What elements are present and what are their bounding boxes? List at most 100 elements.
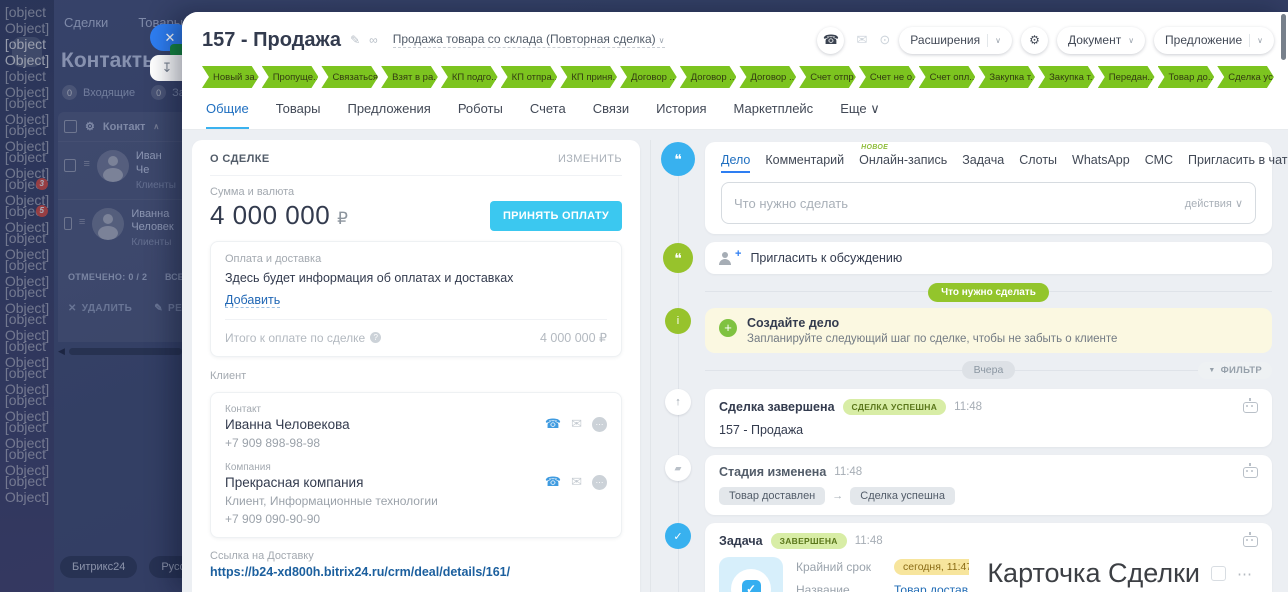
mail-icon[interactable]: ✉ <box>856 32 867 48</box>
stage-pill[interactable]: Договор ... <box>680 66 737 88</box>
stage-pill[interactable]: Договор ... <box>620 66 677 88</box>
stage-to: Сделка успешна <box>850 487 955 505</box>
phone-icon[interactable]: ☎ <box>545 474 561 490</box>
timeline-tab[interactable]: Слоты <box>1019 153 1057 173</box>
copy-link-icon[interactable]: ∞ <box>369 33 378 47</box>
deal-tab[interactable]: Связи <box>593 101 629 129</box>
stage-pill[interactable]: Счет опл... <box>919 66 976 88</box>
chevron-down-icon: ∨ <box>1257 36 1263 45</box>
deal-tab[interactable]: Товары <box>276 101 321 129</box>
search-icon[interactable]: ⊙ <box>879 32 890 48</box>
caption-text: Карточка Сделки <box>987 558 1200 589</box>
stage-pill[interactable]: Связаться... <box>321 66 378 88</box>
timeline-tab[interactable]: WhatsApp <box>1072 153 1130 173</box>
automation-robot-icon[interactable] <box>1243 402 1258 413</box>
document-button[interactable]: Документ∨ <box>1057 27 1145 54</box>
deal-title: 157 - Продажа <box>202 29 341 52</box>
collapse-slider-button[interactable]: ↧ <box>150 55 184 81</box>
stage-pill[interactable]: Счет не о... <box>859 66 916 88</box>
stage-pill[interactable]: Товар до... <box>1158 66 1215 88</box>
funnel-icon: ▼ <box>1208 367 1215 374</box>
section-title: О СДЕЛКЕ <box>210 153 270 165</box>
chat-icon[interactable]: ⋯ <box>592 417 607 432</box>
deal-tab[interactable]: История <box>656 101 706 129</box>
timeline-tab[interactable]: Задача <box>962 153 1004 173</box>
filter-button[interactable]: ▼ ФИЛЬТР <box>1198 362 1272 379</box>
contact-name[interactable]: Иванна Человекова <box>225 417 350 432</box>
todo-pill[interactable]: Что нужно сделать <box>928 283 1049 302</box>
add-payment-link[interactable]: Добавить <box>225 293 280 308</box>
call-button[interactable]: ☎ <box>817 27 844 54</box>
stage-pill[interactable]: Сделка ус... <box>1217 66 1274 88</box>
amount-label: Сумма и валюта <box>210 186 622 198</box>
mail-icon[interactable]: ✉ <box>571 474 582 490</box>
timeline-tab[interactable]: НОВОЕ Онлайн-запись <box>859 153 947 173</box>
deal-card-caption: Карточка Сделки ⋯ <box>969 552 1266 592</box>
settings-button[interactable]: ⚙ <box>1021 27 1048 54</box>
timeline-entry-deal-completed: ↑ Сделка завершена СДЕЛКА УСПЕШНА 11:48 … <box>661 389 1272 447</box>
gear-icon: ⚙ <box>1029 33 1040 47</box>
stage-pill[interactable]: Договор ... <box>739 66 796 88</box>
task-thumbnail: ✓ <box>719 557 783 592</box>
pipeline-selector[interactable]: Продажа товара со склада (Повторная сдел… <box>393 32 665 48</box>
info-icon[interactable]: ? <box>370 332 381 343</box>
entry-time: 11:48 <box>855 535 883 547</box>
deal-tab[interactable]: Еще ∨ <box>840 101 880 129</box>
company-name[interactable]: Прекрасная компания <box>225 475 363 490</box>
delivery-link[interactable]: https://b24-xd800h.bitrix24.ru/crm/deal/… <box>210 565 622 579</box>
stage-pill[interactable]: Счет отпр... <box>799 66 856 88</box>
stage-pill[interactable]: Закупка т... <box>978 66 1035 88</box>
chat-icon[interactable]: ⋯ <box>592 475 607 490</box>
deal-tab[interactable]: Маркетплейс <box>734 101 814 129</box>
offer-button[interactable]: Предложение∨ <box>1154 27 1274 54</box>
mail-icon[interactable]: ✉ <box>571 416 582 432</box>
deal-stage-bar: Новый за...Пропуще...Связаться...Взят в … <box>202 66 1274 88</box>
extensions-button[interactable]: Расширения∨ <box>899 27 1012 54</box>
total-value: 4 000 000 ₽ <box>540 330 607 345</box>
status-badge: СДЕЛКА УСПЕШНА <box>843 399 947 415</box>
entry-card[interactable]: Сделка завершена СДЕЛКА УСПЕШНА 11:48 15… <box>705 389 1272 447</box>
vertical-scrollbar-thumb[interactable] <box>1281 14 1286 60</box>
stage-pill[interactable]: Взят в ра... <box>381 66 438 88</box>
timeline-composer: ❝ Дело Комментарий <box>661 142 1272 234</box>
stage-pill[interactable]: Пропуще... <box>262 66 319 88</box>
automation-robot-icon[interactable] <box>1243 536 1258 547</box>
stage-pill[interactable]: КП приня... <box>560 66 617 88</box>
deal-header: 157 - Продажа ✎ ∞ Продажа товара со скла… <box>182 12 1288 130</box>
day-divider: Вчера ▼ ФИЛЬТР <box>705 361 1272 379</box>
invite-to-discussion-button[interactable]: + Пригласить к обсуждению <box>705 242 1272 274</box>
deal-amount[interactable]: 4 000 000₽ <box>210 200 349 231</box>
accept-payment-button[interactable]: ПРИНЯТЬ ОПЛАТУ <box>490 201 622 231</box>
chevron-down-icon: ∨ <box>1128 36 1134 45</box>
edit-section-button[interactable]: ИЗМЕНИТЬ <box>558 153 622 165</box>
stage-pill[interactable]: Передан... <box>1098 66 1155 88</box>
entry-card[interactable]: Стадия изменена 11:48 Товар доставлен → … <box>705 455 1272 515</box>
plus-icon: + <box>735 248 741 260</box>
deal-tab[interactable]: Общие <box>206 101 249 129</box>
timeline-tab[interactable]: Дело <box>721 153 750 173</box>
company-phone[interactable]: +7 909 090-90-90 <box>225 512 607 526</box>
company-type: Клиент, Информационные технологии <box>225 494 607 508</box>
todo-input[interactable]: Что нужно сделать действия ∨ <box>721 182 1256 224</box>
edit-deal-title-icon[interactable]: ✎ <box>350 33 360 47</box>
deal-tab[interactable]: Роботы <box>458 101 503 129</box>
stage-pill[interactable]: КП отпра... <box>501 66 558 88</box>
deal-tab[interactable]: Предложения <box>347 101 430 129</box>
more-menu-icon[interactable]: ⋯ <box>1237 565 1254 583</box>
phone-icon[interactable]: ☎ <box>545 416 561 432</box>
timeline-tab[interactable]: Комментарий <box>765 153 844 173</box>
actions-dropdown[interactable]: действия ∨ <box>1185 197 1243 210</box>
timeline-tab[interactable]: Пригласить в чат <box>1188 153 1287 173</box>
caption-checkbox[interactable] <box>1211 566 1226 581</box>
deal-tab[interactable]: Счета <box>530 101 566 129</box>
contact-phone[interactable]: +7 909 898-98-98 <box>225 436 607 450</box>
arrow-up-icon: ↑ <box>665 389 691 415</box>
timeline-tab[interactable]: СМС <box>1145 153 1173 173</box>
create-todo-banner[interactable]: + Создайте дело Запланируйте следующий ш… <box>705 308 1272 353</box>
stage-pill[interactable]: КП подго... <box>441 66 498 88</box>
stage-pill[interactable]: Новый за... <box>202 66 259 88</box>
stage-from: Товар доставлен <box>719 487 825 505</box>
automation-robot-icon[interactable] <box>1243 467 1258 478</box>
deal-details-column: О СДЕЛКЕ ИЗМЕНИТЬ Сумма и валюта 4 000 0… <box>192 140 651 592</box>
stage-pill[interactable]: Закупка т... <box>1038 66 1095 88</box>
